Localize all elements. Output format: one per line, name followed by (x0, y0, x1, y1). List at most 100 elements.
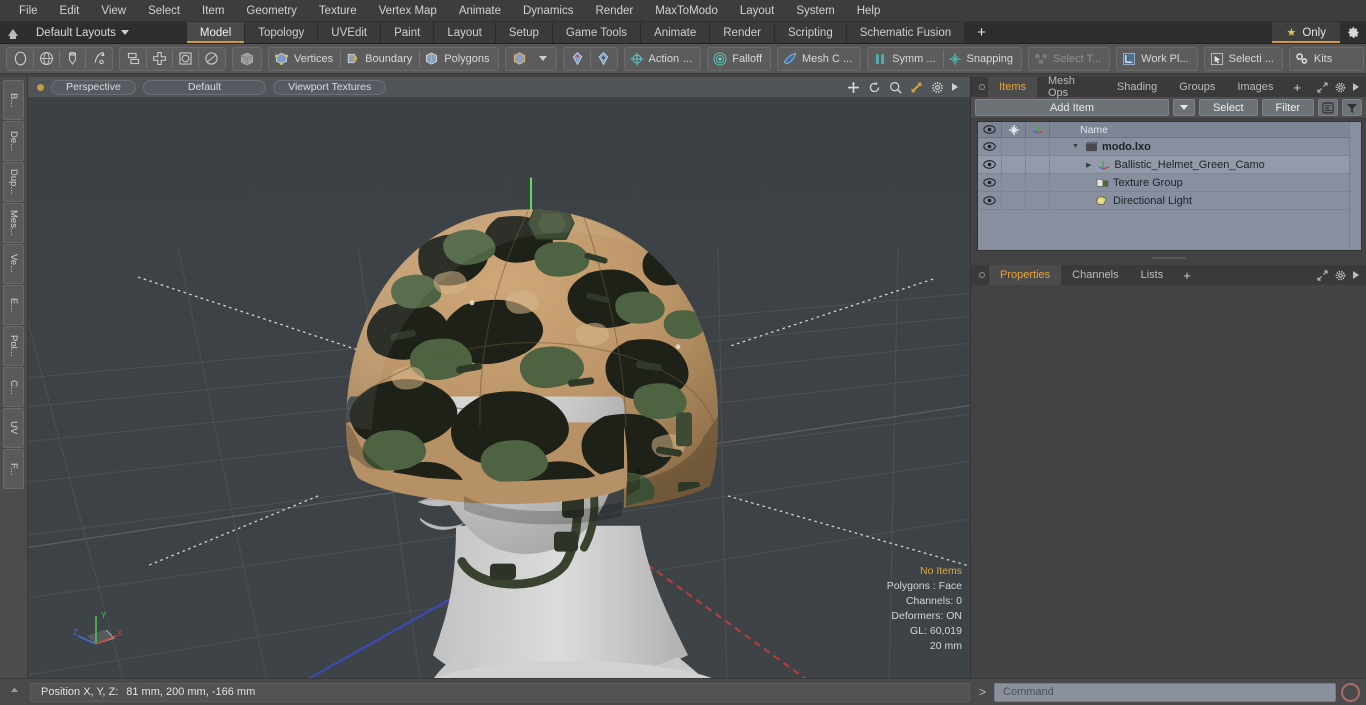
left-tab-deform[interactable]: De... (3, 121, 24, 161)
tab-layout[interactable]: Layout (434, 22, 496, 43)
symmetry-button[interactable]: Symm ... (869, 48, 942, 70)
left-tab-vertex[interactable]: Ve... (3, 244, 24, 284)
gear-icon[interactable] (931, 81, 944, 94)
rotate-icon[interactable] (868, 81, 881, 94)
menu-item-geometry[interactable]: Geometry (235, 0, 308, 22)
snapping-button[interactable]: Snapping (944, 48, 1021, 70)
row-name-cell[interactable]: ▶ Ballistic_Helmet_Green_Camo (1050, 159, 1265, 171)
chevron-down-icon[interactable] (532, 48, 555, 70)
curve-pen-icon[interactable] (86, 48, 111, 70)
left-tab-polygon[interactable]: Pol... (3, 326, 24, 366)
viewport-shading-style[interactable]: Default (142, 79, 267, 95)
menu-item-view[interactable]: View (90, 0, 137, 22)
mesh-constraint-button[interactable]: Mesh C ... (779, 48, 859, 70)
table-row[interactable]: Texture Group (978, 174, 1349, 192)
add-tab-button[interactable]: + (965, 22, 998, 43)
row-name-cell[interactable]: Texture Group (1050, 177, 1183, 189)
tab-game-tools[interactable]: Game Tools (552, 22, 642, 43)
add-properties-tab-button[interactable]: + (1174, 265, 1200, 285)
menu-item-system[interactable]: System (785, 0, 845, 22)
tab-lists[interactable]: Lists (1129, 265, 1175, 285)
row-lock-cell[interactable] (1002, 138, 1026, 155)
items-tree-empty-area[interactable] (978, 210, 1349, 250)
gear-icon[interactable] (1340, 22, 1366, 43)
work-plane-button[interactable]: Work Pl... (1118, 48, 1195, 70)
row-visibility-toggle[interactable] (978, 156, 1002, 173)
table-row[interactable]: ▶ Ballistic_Helmet_Green_Camo (978, 156, 1349, 174)
row-name-cell[interactable]: Directional Light (1050, 195, 1192, 207)
left-tab-mesh-edit[interactable]: Mes... (3, 203, 24, 243)
selection-mode-boundary[interactable]: Boundary (341, 48, 419, 70)
add-item-dropdown[interactable] (1172, 99, 1195, 116)
expand-icon[interactable] (1317, 81, 1328, 93)
row-visibility-toggle[interactable] (978, 138, 1002, 155)
only-toggle[interactable]: ★ Only (1272, 22, 1340, 43)
menu-item-help[interactable]: Help (846, 0, 892, 22)
select-button[interactable]: Select (1198, 99, 1258, 116)
disclosure-triangle-right-icon[interactable]: ▶ (1086, 161, 1091, 169)
paint-deselect-icon[interactable] (591, 48, 616, 70)
menu-item-layout[interactable]: Layout (729, 0, 786, 22)
list-options-icon[interactable] (1318, 99, 1338, 116)
axis-gizmo[interactable]: Y X Z (70, 608, 128, 660)
tab-uvedit[interactable]: UVEdit (318, 22, 382, 43)
properties-panel-body[interactable] (971, 285, 1366, 678)
sphere-icon[interactable] (34, 48, 59, 70)
left-tab-fusion[interactable]: F... (3, 449, 24, 489)
add-panel-tab-button[interactable]: + (1284, 77, 1310, 97)
expand-icon[interactable] (1317, 269, 1328, 281)
action-center-button[interactable]: Action ... (626, 48, 700, 70)
tab-scripting[interactable]: Scripting (774, 22, 847, 43)
record-icon[interactable] (1341, 682, 1360, 702)
selection-mode-vertices[interactable]: Vertices (270, 48, 340, 70)
fit-icon[interactable] (910, 81, 923, 94)
tab-mesh-ops[interactable]: Mesh Ops (1037, 75, 1106, 99)
left-tab-duplicate[interactable]: Dup... (3, 162, 24, 202)
row-lock-cell[interactable] (1002, 192, 1026, 209)
menu-item-animate[interactable]: Animate (448, 0, 512, 22)
command-input[interactable]: Command (994, 682, 1336, 702)
tab-properties[interactable]: Properties (989, 265, 1062, 285)
item-cube-icon[interactable] (507, 48, 532, 70)
arrow-right-icon[interactable] (1353, 83, 1359, 91)
mirror-icon[interactable] (147, 48, 172, 70)
row-axis-cell[interactable] (1026, 138, 1050, 155)
viewport-view-type[interactable]: Perspective (51, 79, 136, 95)
falloff-button[interactable]: Falloff (709, 48, 769, 70)
gear-icon[interactable] (1335, 82, 1346, 93)
table-row[interactable]: Directional Light (978, 192, 1349, 210)
arrow-right-icon[interactable] (952, 83, 958, 91)
row-axis-cell[interactable] (1026, 174, 1050, 191)
viewport-display-mode[interactable]: Viewport Textures (273, 79, 387, 95)
row-axis-cell[interactable] (1026, 192, 1050, 209)
row-lock-cell[interactable] (1002, 156, 1026, 173)
row-visibility-toggle[interactable] (978, 192, 1002, 209)
menu-item-maxtomodo[interactable]: MaxToModo (644, 0, 729, 22)
home-icon[interactable] (0, 22, 26, 43)
panel-splitter[interactable] (971, 251, 1366, 265)
left-tab-basic[interactable]: B... (3, 80, 24, 120)
arrow-right-icon[interactable] (1353, 271, 1359, 279)
filter-funnel-icon[interactable] (1342, 99, 1362, 116)
tab-paint[interactable]: Paint (381, 22, 435, 43)
menu-item-edit[interactable]: Edit (49, 0, 91, 22)
tab-render[interactable]: Render (710, 22, 775, 43)
tab-setup[interactable]: Setup (495, 22, 553, 43)
menu-item-select[interactable]: Select (137, 0, 191, 22)
tab-items[interactable]: Items (988, 77, 1037, 97)
left-tab-edge[interactable]: E... (3, 285, 24, 325)
3d-viewport[interactable]: No Items Polygons : Face Channels: 0 Def… (28, 98, 970, 678)
disclosure-triangle-down-icon[interactable]: ▼ (1072, 143, 1079, 150)
selection-mode-polygons[interactable]: Polygons (420, 48, 496, 70)
tab-groups[interactable]: Groups (1168, 77, 1227, 97)
row-name-cell[interactable]: ▼ modo.lxo (1050, 141, 1151, 153)
kits-button[interactable]: Kits (1291, 48, 1362, 70)
menu-item-item[interactable]: Item (191, 0, 235, 22)
items-tree-scrollbar[interactable] (1349, 122, 1361, 250)
row-lock-cell[interactable] (1002, 174, 1026, 191)
move-icon[interactable] (847, 81, 860, 94)
filter-button[interactable]: Filter (1261, 99, 1314, 116)
ellipse-icon[interactable] (199, 48, 224, 70)
tab-shading[interactable]: Shading (1105, 77, 1169, 97)
array-icon[interactable] (121, 48, 146, 70)
